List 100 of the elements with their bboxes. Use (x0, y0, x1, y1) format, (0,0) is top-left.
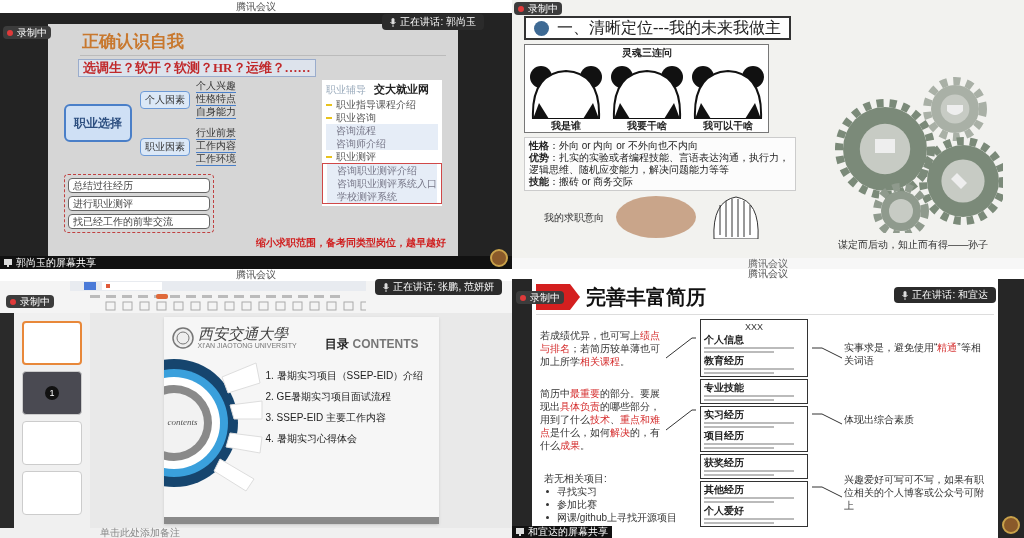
contents-item: 1. 暑期实习项目（SSEP-EID）介绍 (265, 370, 425, 382)
meme-caption: 我可以干啥 (702, 119, 753, 132)
slide-heading: 一、清晰定位---我的未来我做主 (557, 20, 781, 36)
notes-field[interactable]: 单击此处添加备注 (100, 528, 180, 538)
website-menu-item[interactable]: 职业咨询 (336, 112, 376, 123)
mindmap-leaf-node: 行业前景 (196, 127, 236, 140)
contents-item: 3. SSEP-EID 主要工作内容 (265, 412, 388, 424)
conclusion-text: 缩小求职范围，备考同类型岗位，越早越好 (256, 236, 446, 250)
slide-title: 完善丰富简历 (586, 284, 706, 310)
text-line (704, 447, 774, 449)
university-seal-icon (171, 327, 194, 349)
mindmap-branch-node: 职业因素 (140, 137, 190, 156)
text-line (704, 399, 774, 401)
share-label: 郭尚玉的屏幕共享 (16, 257, 96, 268)
speaking-text: 正在讲话: 郭尚玉 (400, 17, 476, 27)
resume-heading: 项目经历 (704, 430, 745, 441)
screen-icon (4, 258, 12, 267)
list-item: 网课/github上寻找开源项目 (557, 511, 678, 525)
list-item: 寻找实习 (557, 485, 597, 499)
microphone-icon (382, 282, 389, 292)
university-name: 西安交通大學 (197, 326, 290, 342)
mindmap-branch-node: 个人因素 (140, 90, 190, 109)
text-line (704, 372, 774, 374)
mindmap-leaf-node: 工作内容 (196, 140, 236, 153)
window-title: 腾讯会议 (748, 269, 788, 279)
resume-heading: 实习经历 (704, 409, 745, 420)
resume-heading: 个人爱好 (704, 505, 745, 516)
leader-line (666, 408, 696, 432)
window-title: 腾讯会议 (748, 258, 788, 269)
annotation-text: 兴趣爱好可写可不写，如果有职位相关的个人博客或公众号可附上 (844, 473, 984, 513)
text-line (704, 426, 774, 428)
microphone-icon (390, 17, 397, 27)
speaking-text: 正在讲话: 张鹏, 范妍妍 (392, 282, 494, 292)
intent-text: 我的求职意向 (544, 210, 604, 225)
website-submenu-item[interactable]: 学校测评系统 (327, 190, 437, 203)
ring-label: contents (167, 416, 198, 430)
slide-thumbnail[interactable]: 1 (22, 371, 82, 415)
meme-caption: 我是谁 (550, 119, 581, 132)
website-submenu-item[interactable]: 咨询职业测评介绍 (327, 164, 437, 177)
text-line (704, 522, 774, 524)
contents-item: 2. GE暑期实习项目面试流程 (265, 391, 393, 403)
annotation-text: 实事求是，避免使用“精通”等相关词语 (844, 340, 982, 367)
annotation-text: 若成绩优异，也可写上绩点与排名；若简历较单薄也可加上所学相关课程。 (540, 328, 661, 368)
number-badge: 1 (45, 386, 59, 400)
website-submenu-item[interactable]: 咨询流程 (326, 124, 438, 137)
website-menu-item[interactable]: 职业指导课程介绍 (336, 99, 416, 110)
mindmap-leaf-node: 工作环境 (196, 153, 236, 166)
list-heading: 若无相关项目: (544, 472, 608, 486)
recording-label: 录制中 (530, 292, 560, 303)
trait-text: 技能：搬砖 or 商务交际 (529, 176, 635, 188)
quote-text: 谋定而后动，知止而有得——孙子 (838, 238, 988, 252)
share-label: 和宜达的屏幕共享 (528, 527, 608, 537)
resume-heading: 个人信息 (704, 334, 745, 345)
bullet-icon (546, 516, 549, 520)
heading-english-text: CONTENTS (352, 336, 419, 353)
speaking-text: 正在讲话: 和宜达 (912, 290, 988, 300)
list-item: 参加比赛 (557, 498, 597, 512)
window-title: 腾讯会议 (236, 1, 276, 12)
annotation-text: 简历中最重要的部分。要展现出具体负责的哪些部分，用到了什么技术、重点和难点是什么，如何解决的，有什么成果。 (540, 387, 661, 453)
mindmap-leaf-node: 自身能力 (196, 106, 236, 119)
website-menu-item[interactable]: 职业测评 (336, 151, 376, 162)
slide-thumbnail[interactable] (22, 421, 82, 465)
resume-heading: 专业技能 (704, 382, 745, 393)
dash-icon (326, 155, 332, 158)
slide-thumbnail[interactable] (22, 471, 82, 515)
trait-text: 性格：外向 or 内向 or 不外向也不内向 (529, 140, 699, 152)
resume-name: XXX (745, 322, 763, 332)
mindmap-leaf-node: 个人兴趣 (196, 80, 236, 93)
mindmap-leaf-node: 性格特点 (196, 93, 236, 106)
website-title: 交大就业网 (374, 81, 429, 97)
heading-text: 目录 (324, 336, 349, 353)
website-tab[interactable]: 职业辅导 (326, 81, 366, 97)
trait-text: 优势：扎实的实验或者编程技能、言语表达沟通，执行力，逻辑思维、随机应变能力，解决问题能力等等 (529, 152, 790, 176)
slide-title: 正确认识自我 (81, 32, 185, 52)
question-text: 选调生？软开？软测？HR？运维？…… (78, 59, 316, 77)
meme-caption: 我要干啥 (626, 119, 667, 132)
website-submenu-item[interactable]: 咨询职业测评系统入口 (327, 177, 437, 190)
microphone-icon (902, 290, 909, 300)
meme-title: 灵魂三连问 (621, 47, 672, 59)
text-line (704, 474, 774, 476)
resume-heading: 其他经历 (704, 484, 745, 495)
text-line (704, 501, 774, 503)
screen-icon (516, 528, 524, 536)
window-title: 腾讯会议 (236, 270, 276, 280)
mindmap-center-node: 职业选择 (64, 104, 132, 142)
recording-label: 录制中 (17, 27, 47, 38)
step-item: 找已经工作的前辈交流 (68, 214, 210, 229)
dash-icon (326, 103, 332, 106)
bullet-icon (546, 490, 549, 494)
step-item: 进行职业测评 (68, 196, 210, 211)
website-submenu-item[interactable]: 咨询师介绍 (326, 137, 438, 150)
recording-label: 录制中 (528, 3, 558, 14)
resume-heading: 获奖经历 (704, 457, 745, 468)
bullet-icon (546, 503, 549, 507)
resume-heading: 教育经历 (704, 355, 745, 366)
recording-label: 录制中 (20, 296, 50, 307)
slide-thumbnail[interactable] (22, 321, 82, 365)
dash-icon (326, 116, 332, 119)
step-item: 总结过往经历 (68, 178, 210, 193)
text-line (704, 351, 774, 353)
